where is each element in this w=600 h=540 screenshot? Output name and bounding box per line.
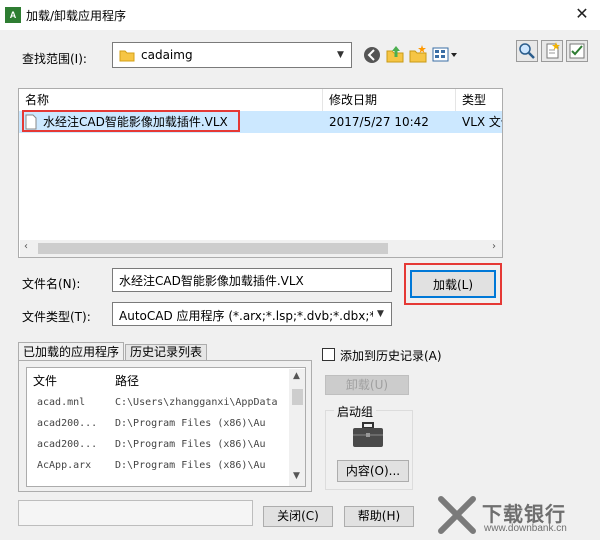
close-window-button[interactable]: ✕ xyxy=(570,3,594,25)
watermark-logo-icon xyxy=(438,496,476,534)
scroll-right-icon[interactable]: › xyxy=(492,241,496,252)
help-button[interactable]: 帮助(H) xyxy=(344,506,414,527)
look-in-value: cadaimg xyxy=(141,48,193,62)
file-type-label: 文件类型(T): xyxy=(22,310,91,324)
vertical-scrollbar[interactable]: ▲ ▼ xyxy=(289,369,305,486)
sort-up-icon: ^ xyxy=(167,88,176,96)
add-to-history-checkbox[interactable] xyxy=(322,348,335,361)
column-header-path[interactable]: 路径 xyxy=(115,372,139,389)
chevron-down-icon: ▼ xyxy=(377,309,384,319)
scroll-down-icon[interactable]: ▼ xyxy=(293,471,300,481)
column-header-file[interactable]: 文件 xyxy=(33,372,57,389)
look-in-combo[interactable]: cadaimg ▼ xyxy=(112,42,352,68)
file-type-cell: VLX 文件 xyxy=(462,115,502,129)
app-icon: A xyxy=(5,7,21,23)
views-menu-icon[interactable] xyxy=(432,45,460,65)
loaded-apps-list[interactable]: 文件 路径 acad.mnl C:\Users\zhangganxi\AppDat… xyxy=(26,367,306,487)
options-icon[interactable] xyxy=(566,40,588,62)
chevron-down-icon: ▼ xyxy=(337,50,344,60)
file-name-label: 文件名(N): xyxy=(22,277,81,291)
new-folder-icon[interactable] xyxy=(408,44,428,64)
unload-button[interactable]: 卸载(U) xyxy=(325,375,409,395)
tab-history-list[interactable]: 历史记录列表 xyxy=(125,344,208,360)
search-icon[interactable] xyxy=(516,40,538,62)
contents-button[interactable]: 内容(O)... xyxy=(337,460,409,482)
column-header-date[interactable]: 修改日期 xyxy=(323,89,456,111)
watermark-url: www.downbank.cn xyxy=(484,523,567,534)
list-item[interactable]: acad200... D:\Program Files (x86)\Au xyxy=(27,434,289,455)
window-title: 加载/卸载应用程序 xyxy=(26,9,127,23)
load-button[interactable]: 加载(L) xyxy=(410,270,496,298)
horizontal-scrollbar[interactable]: ‹ › xyxy=(20,240,502,257)
favorites-icon[interactable] xyxy=(541,40,563,62)
scrollbar-thumb[interactable] xyxy=(38,243,388,254)
back-icon[interactable] xyxy=(362,45,382,65)
up-folder-icon[interactable] xyxy=(385,44,405,64)
scroll-left-icon[interactable]: ‹ xyxy=(24,241,28,252)
tab-loaded-apps[interactable]: 已加载的应用程序 xyxy=(18,342,125,361)
folder-icon xyxy=(119,50,135,62)
highlight-frame xyxy=(22,110,240,132)
startup-group-title: 启动组 xyxy=(334,403,377,420)
list-item[interactable]: acad.mnl C:\Users\zhangganxi\AppData xyxy=(27,392,289,413)
file-date-cell: 2017/5/27 10:42 xyxy=(329,115,429,129)
scrollbar-thumb[interactable] xyxy=(292,389,303,405)
file-type-combo[interactable]: AutoCAD 应用程序 (*.arx;*.lsp;*.dvb;*.dbx;*.… xyxy=(112,302,392,326)
column-header-type[interactable]: 类型 xyxy=(456,89,502,111)
scroll-up-icon[interactable]: ▲ xyxy=(293,371,300,381)
list-item[interactable]: AcApp.arx D:\Program Files (x86)\Au xyxy=(27,455,289,476)
status-box xyxy=(18,500,253,526)
look-in-label: 查找范围(I): xyxy=(22,52,87,66)
briefcase-icon xyxy=(353,422,383,447)
file-name-input[interactable]: 水经注CAD智能影像加载插件.VLX xyxy=(112,268,392,292)
add-to-history-label: 添加到历史记录(A) xyxy=(340,349,442,363)
list-item[interactable]: acad200... D:\Program Files (x86)\Au xyxy=(27,413,289,434)
close-button[interactable]: 关闭(C) xyxy=(263,506,333,527)
